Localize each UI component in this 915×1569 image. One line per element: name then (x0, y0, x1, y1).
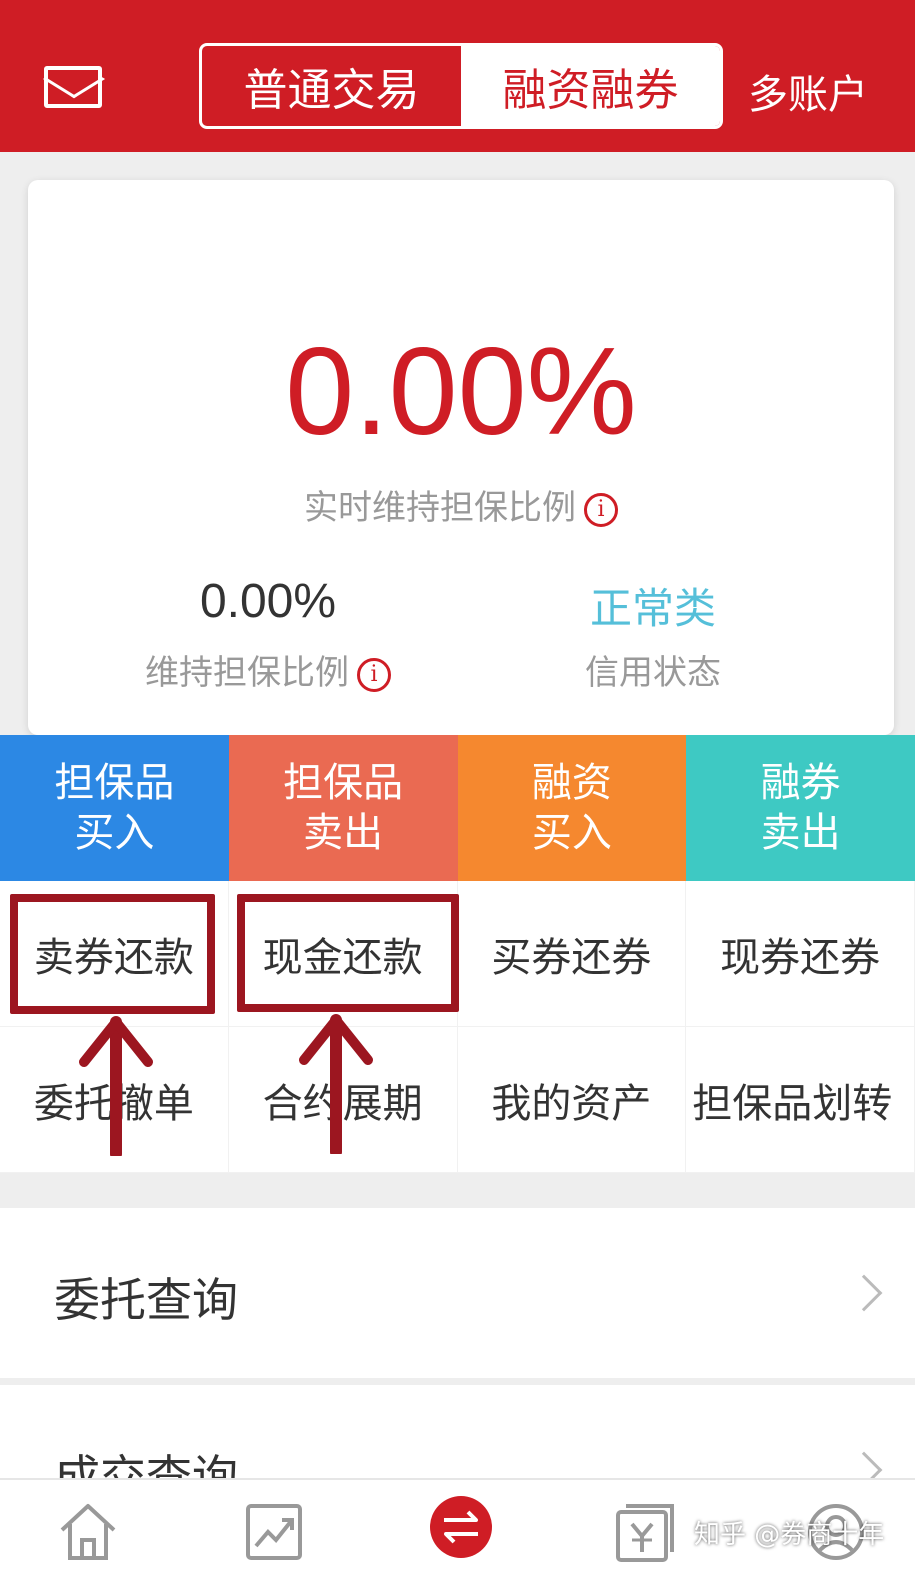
credit-status-value: 正常类 (589, 584, 716, 633)
buy-to-return-button[interactable]: 买券还券 (457, 881, 687, 1027)
tab-normal-trade[interactable]: 普通交易 (202, 46, 461, 126)
header: 普通交易 融资融券 多账户 (0, 0, 915, 152)
highlight-box (237, 894, 459, 1012)
chevron-right-icon (845, 1274, 883, 1312)
tile-line: 买入 (531, 810, 612, 856)
tile-line: 融资 (531, 760, 612, 806)
tile-line: 担保品 (283, 760, 404, 806)
info-icon[interactable]: i (357, 657, 391, 692)
margin-summary-card: 0.00% 实时维持担保比例 i 0.00% 维持担保比例 i 正常类 信用状态 (28, 180, 894, 735)
mail-icon[interactable] (44, 66, 102, 108)
tile-line: 卖出 (303, 810, 384, 856)
quick-actions: 担保品 买入 担保品 卖出 融资 买入 融券 卖出 (0, 735, 915, 881)
maintenance-ratio-label-row: 维持担保比例 i (88, 645, 448, 694)
return-stock-button[interactable]: 现券还券 (686, 881, 915, 1027)
multi-account-button[interactable]: 多账户 (748, 62, 868, 120)
my-assets-button[interactable]: 我的资产 (457, 1027, 687, 1173)
realtime-ratio-label: 实时维持担保比例 (304, 488, 576, 528)
tile-line: 买入 (74, 810, 155, 856)
maintenance-ratio-label: 维持担保比例 (145, 653, 349, 693)
margin-buy-button[interactable]: 融资 买入 (457, 735, 687, 881)
tile-line: 担保品 (54, 760, 175, 806)
arrow-up-icon (299, 1014, 373, 1154)
chart-icon[interactable] (244, 1502, 304, 1562)
realtime-ratio-value: 0.00% (285, 323, 637, 461)
tab-margin-trade[interactable]: 融资融券 (461, 46, 720, 126)
credit-status-label: 信用状态 (585, 653, 721, 693)
short-sell-button[interactable]: 融券 卖出 (686, 735, 915, 881)
watermark: 知乎 @券商十年 (694, 1520, 885, 1550)
highlight-box (10, 894, 215, 1014)
maintenance-ratio-value: 0.00% (199, 575, 337, 628)
realtime-ratio-label-row: 实时维持担保比例 i (28, 480, 894, 529)
transfer-icon[interactable] (428, 1494, 494, 1560)
collateral-transfer-button[interactable]: 担保品划转 (686, 1027, 915, 1173)
arrow-up-icon (79, 1016, 153, 1156)
tile-line: 融券 (760, 760, 841, 806)
info-icon[interactable]: i (584, 492, 618, 527)
yen-bill-icon[interactable] (614, 1502, 676, 1564)
trade-mode-switch: 普通交易 融资融券 (199, 43, 723, 129)
collateral-sell-button[interactable]: 担保品 卖出 (228, 735, 458, 881)
collateral-buy-button[interactable]: 担保品 买入 (0, 735, 229, 881)
tile-line: 卖出 (760, 810, 841, 856)
list-item-label: 委托查询 (54, 1273, 238, 1327)
home-icon[interactable] (58, 1502, 118, 1562)
order-query-row[interactable]: 委托查询 (0, 1208, 915, 1378)
